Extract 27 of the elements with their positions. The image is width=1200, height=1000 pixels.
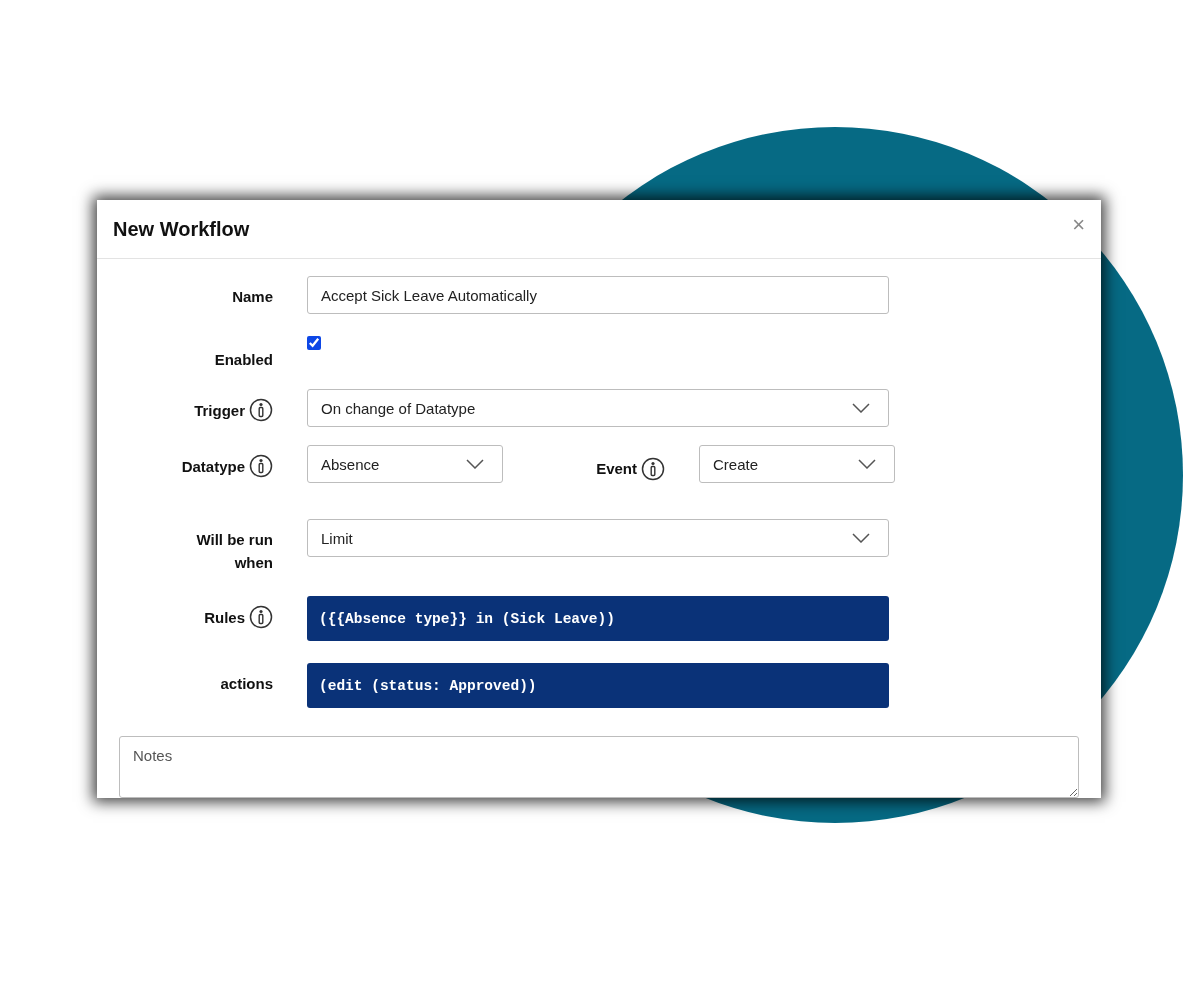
- field-label: Name: [231, 287, 273, 308]
- code-editor[interactable]: ({{Absence type}} in (Sick Leave)): [307, 596, 889, 642]
- notes-field[interactable]: Notes: [119, 736, 1079, 798]
- select-dropdown[interactable]: Create: [699, 445, 895, 484]
- select-dropdown[interactable]: On change of Datatype: [307, 389, 889, 428]
- info-icon[interactable]: [249, 454, 273, 479]
- field-label: Trigger: [193, 400, 245, 421]
- info-icon[interactable]: [249, 398, 273, 423]
- field-label: Enabled: [213, 350, 273, 371]
- info-icon[interactable]: [249, 605, 273, 630]
- chevron-icon: [852, 533, 870, 544]
- select-dropdown[interactable]: Absence: [307, 445, 503, 484]
- field-label: Datatype: [180, 456, 245, 477]
- dialog-title: New Workflow: [113, 217, 250, 241]
- field-label: Rules: [203, 607, 245, 628]
- field-label: Will be run when: [195, 530, 273, 574]
- field-label: actions: [219, 674, 273, 695]
- select-dropdown[interactable]: Limit: [307, 519, 889, 558]
- chevron-icon: [466, 459, 484, 470]
- field-label: Event: [595, 459, 637, 480]
- close-button[interactable]: ×: [1068, 212, 1089, 238]
- code-editor[interactable]: (edit (status: Approved)): [307, 663, 889, 709]
- info-icon[interactable]: [641, 456, 665, 481]
- enabled-checkbox[interactable]: [307, 336, 321, 351]
- chevron-icon: [852, 403, 870, 414]
- chevron-icon: [858, 459, 876, 470]
- name-input[interactable]: Accept Sick Leave Automatically: [307, 276, 889, 315]
